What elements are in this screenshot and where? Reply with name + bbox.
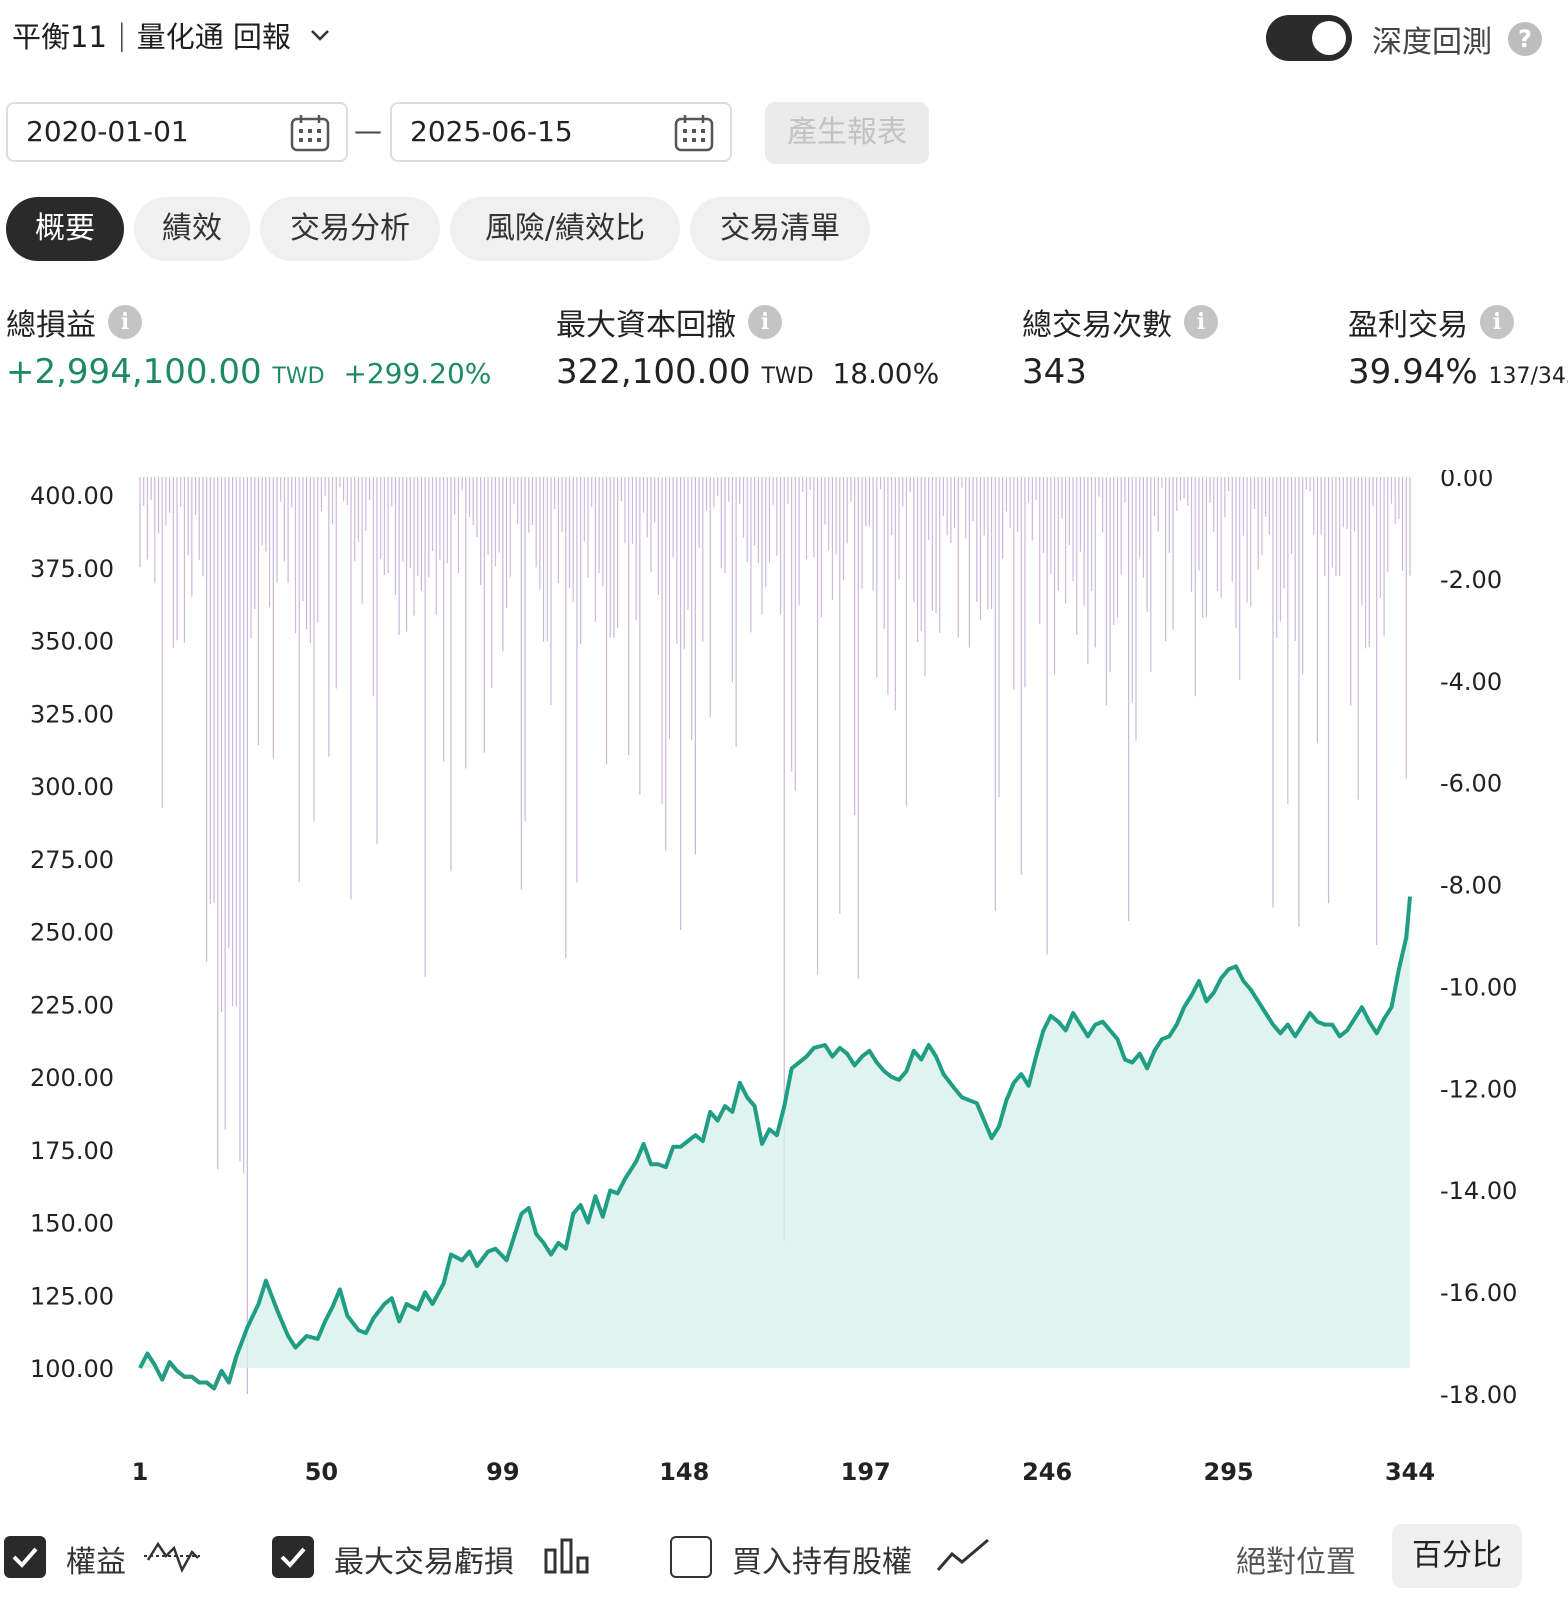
x-axis-tick: 1	[132, 1458, 149, 1486]
left-axis-tick: 150.00	[30, 1210, 114, 1238]
max-trade-loss-label: 最大交易虧損	[334, 1545, 514, 1580]
total-trades-label: 總交易次數	[1022, 308, 1172, 343]
view-name: 量化通 回報	[136, 20, 291, 54]
tab-performance[interactable]: 績效	[134, 197, 250, 261]
x-axis-tick: 295	[1204, 1458, 1254, 1486]
end-date-input[interactable]	[408, 114, 662, 149]
metric-win-trades-label: 盈利交易 i	[1348, 300, 1514, 344]
absolute-position-button[interactable]: 絕對位置	[1236, 1537, 1356, 1581]
deep-backtest-label: 深度回測	[1372, 25, 1492, 60]
buy-hold-checkbox[interactable]	[670, 1536, 712, 1578]
max-drawdown-amount: 322,100.00	[556, 352, 751, 392]
left-axis-tick: 350.00	[30, 628, 114, 656]
x-axis-tick: 344	[1385, 1458, 1435, 1486]
start-date-input[interactable]	[24, 114, 278, 149]
metric-max-drawdown-label: 最大資本回撤 i	[556, 300, 782, 344]
tab-trade-analysis[interactable]: 交易分析	[260, 197, 440, 261]
date-separator: —	[354, 114, 382, 147]
left-axis-tick: 225.00	[30, 991, 114, 1019]
start-date-field[interactable]	[6, 102, 348, 162]
total-pnl-currency: TWD	[272, 364, 325, 389]
trend-line-icon	[936, 1536, 990, 1580]
percentage-button[interactable]: 百分比	[1392, 1524, 1522, 1588]
calendar-icon[interactable]	[674, 114, 714, 156]
max-trade-loss-checkbox[interactable]	[272, 1536, 314, 1578]
tab-overview[interactable]: 概要	[6, 197, 124, 261]
equity-chart[interactable]: 400.00 375.00 350.00 325.00 300.00 275.00 250.…	[0, 470, 1568, 1500]
strategy-name: 平衡11	[12, 20, 107, 54]
info-icon[interactable]: i	[1184, 305, 1218, 339]
left-axis-tick: 200.00	[30, 1064, 114, 1092]
equity-checkbox[interactable]	[4, 1536, 46, 1578]
win-trades-ratio: 137/343	[1488, 364, 1568, 389]
equity-legend-label: 權益	[66, 1545, 126, 1580]
right-axis-tick: -6.00	[1440, 770, 1502, 798]
info-icon[interactable]: i	[748, 305, 782, 339]
help-icon[interactable]: ?	[1508, 22, 1542, 56]
equity-line-icon	[144, 1536, 200, 1580]
left-axis-tick: 100.00	[30, 1355, 114, 1383]
metric-max-drawdown-value: 322,100.00 TWD 18.00%	[556, 352, 939, 392]
left-axis-tick: 300.00	[30, 773, 114, 801]
right-axis-tick: -12.00	[1440, 1075, 1517, 1103]
x-axis-tick: 246	[1022, 1458, 1072, 1486]
x-axis-tick: 148	[659, 1458, 709, 1486]
max-drawdown-percent: 18.00%	[832, 357, 940, 390]
bar-chart-icon	[544, 1536, 590, 1580]
max-drawdown-label: 最大資本回撤	[556, 308, 736, 343]
x-axis: 1 50 99 148 197 246 295 344	[132, 1458, 1435, 1486]
x-axis-tick: 50	[305, 1458, 338, 1486]
metric-total-trades-label: 總交易次數 i	[1022, 300, 1218, 344]
x-axis-tick: 197	[841, 1458, 891, 1486]
left-axis-tick: 325.00	[30, 700, 114, 728]
win-trades-percent: 39.94%	[1348, 352, 1478, 392]
right-axis-tick: 0.00	[1440, 470, 1493, 492]
right-axis-tick: -2.00	[1440, 566, 1502, 594]
right-axis-tick: -10.00	[1440, 973, 1517, 1001]
buy-hold-label: 買入持有股權	[732, 1545, 912, 1580]
generate-report-button[interactable]: 產生報表	[765, 102, 929, 164]
metric-total-pnl-label: 總損益 i	[6, 300, 142, 344]
tab-risk-ratio[interactable]: 風險/績效比	[450, 197, 680, 261]
right-axis-tick: -14.00	[1440, 1177, 1517, 1205]
title-separator: |	[116, 18, 127, 52]
total-pnl-label: 總損益	[6, 308, 96, 343]
total-pnl-amount: +2,994,100.00	[6, 352, 262, 392]
right-axis-tick: -16.00	[1440, 1279, 1517, 1307]
end-date-field[interactable]	[390, 102, 732, 162]
right-axis-tick: -4.00	[1440, 668, 1502, 696]
right-axis-tick: -8.00	[1440, 872, 1502, 900]
metric-total-pnl-value: +2,994,100.00 TWD +299.20%	[6, 352, 491, 392]
info-icon[interactable]: i	[1480, 305, 1514, 339]
left-axis-tick: 375.00	[30, 555, 114, 583]
total-pnl-percent: +299.20%	[343, 357, 492, 390]
toggle-knob	[1312, 21, 1346, 55]
left-axis-tick: 400.00	[30, 482, 114, 510]
strategy-title[interactable]: 平衡11 | 量化通 回報	[12, 14, 331, 56]
deep-backtest-toggle[interactable]	[1266, 15, 1352, 61]
metric-win-trades-value: 39.94% 137/343	[1348, 352, 1568, 392]
calendar-icon[interactable]	[290, 114, 330, 156]
tab-trade-list[interactable]: 交易清單	[690, 197, 870, 261]
left-axis-tick: 275.00	[30, 846, 114, 874]
win-trades-label: 盈利交易	[1348, 308, 1468, 343]
metric-total-trades-value: 343	[1022, 352, 1087, 392]
x-axis-tick: 99	[486, 1458, 519, 1486]
left-axis: 400.00 375.00 350.00 325.00 300.00 275.00 250.…	[30, 482, 114, 1383]
left-axis-tick: 250.00	[30, 919, 114, 947]
left-axis-tick: 125.00	[30, 1282, 114, 1310]
max-drawdown-currency: TWD	[761, 364, 814, 389]
info-icon[interactable]: i	[108, 305, 142, 339]
left-axis-tick: 175.00	[30, 1137, 114, 1165]
chevron-down-icon[interactable]	[309, 23, 331, 48]
right-axis: 0.00 -2.00 -4.00 -6.00 -8.00 -10.00 -12.00 -14.…	[1440, 470, 1517, 1409]
right-axis-tick: -18.00	[1440, 1381, 1517, 1409]
